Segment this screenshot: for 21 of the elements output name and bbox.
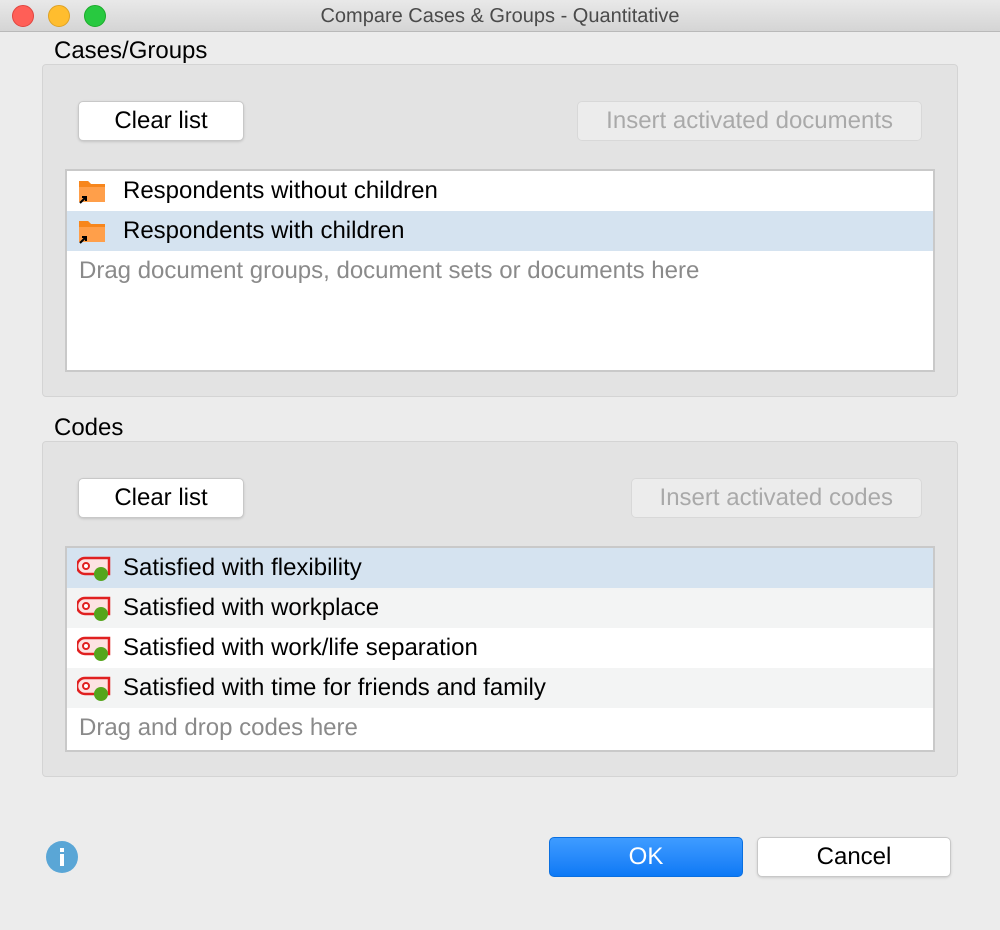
zoom-button[interactable] [84, 5, 106, 27]
cancel-button[interactable]: Cancel [757, 837, 951, 877]
clear-list-button[interactable]: Clear list [78, 101, 244, 141]
minimize-button[interactable] [48, 5, 70, 27]
code-tag-icon [77, 554, 111, 582]
close-button[interactable] [12, 5, 34, 27]
code-tag-icon [77, 594, 111, 622]
list-item[interactable]: Satisfied with workplace [67, 588, 933, 628]
list-item[interactable]: Satisfied with time for friends and family [67, 668, 933, 708]
clear-list-button[interactable]: Clear list [78, 478, 244, 518]
drop-zone-field[interactable]: Respondents without children Respondents with children Drag document groups, document sets or documents here [65, 169, 935, 372]
code-tag-icon [77, 634, 111, 662]
section-title: Cases/Groups [52, 38, 210, 64]
list-item[interactable]: Respondents with children [67, 211, 933, 251]
list-item[interactable]: Satisfied with flexibility [67, 548, 933, 588]
drop-placeholder: Drag document groups, document sets or documents here [78, 256, 700, 286]
drop-placeholder: Drag and drop codes here [78, 713, 358, 743]
info-icon[interactable] [46, 841, 78, 873]
code-tag-icon [77, 674, 111, 702]
drop-zone-field[interactable]: Satisfied with flexibility Satisfied with workplace Satisfied with work/life separation Satisfied with time for friends and family Drag and drop codes here [65, 546, 935, 752]
window-title: Compare Cases & Groups - Quantitative [320, 4, 680, 28]
